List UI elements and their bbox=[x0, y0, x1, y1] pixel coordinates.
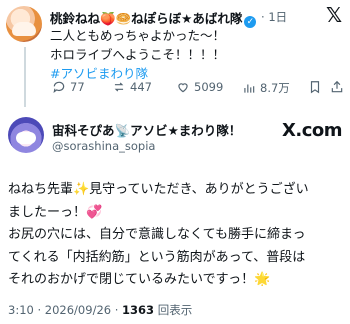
reply-author-name[interactable]: 桃鈴ねね🍑🥯ねぽらぼ★あばれ隊 ✓ bbox=[50, 8, 258, 28]
x-logo-icon[interactable]: 𝕏 bbox=[326, 3, 342, 27]
heart-icon bbox=[178, 83, 188, 93]
x-com-logo[interactable]: X.com bbox=[282, 120, 343, 141]
bookmark-icon bbox=[310, 81, 320, 94]
main-author-handle[interactable]: @sorashina_sopia bbox=[52, 139, 155, 153]
thread-connector-line bbox=[24, 47, 26, 107]
reply-tweet-body: 二人ともめっちゃよかった〜！ ホロライブへようこそ！！！！ #アソビまわり隊 bbox=[50, 26, 225, 83]
main-tweet-body: ねねち先輩✨見守っていただき、ありがとうござい ましたーっ！💞 お尻の穴には、自… bbox=[8, 179, 346, 292]
reply-line-1: 二人ともめっちゃよかった〜！ bbox=[50, 28, 226, 43]
main-author-name[interactable]: 宙科そぴあ📡アソビ★まわり隊！ bbox=[52, 120, 241, 139]
main-line-3: お尻の穴には、自分で意識しなくても勝手に締まっ bbox=[8, 227, 306, 242]
reply-bubble-icon bbox=[53, 81, 65, 94]
verified-badge-icon: ✓ bbox=[244, 16, 257, 28]
avatar-sorashina-sopia[interactable] bbox=[8, 117, 44, 153]
like-button[interactable]: 5099 bbox=[176, 80, 223, 94]
repost-arrows-icon bbox=[114, 82, 124, 92]
views-button[interactable]: 8.7万 bbox=[242, 80, 290, 96]
reply-timestamp[interactable]: · 1日 bbox=[261, 9, 287, 25]
repost-button[interactable]: 447 bbox=[112, 80, 152, 94]
share-upload-icon bbox=[331, 80, 343, 93]
main-line-1: ねねち先輩✨見守っていただき、ありがとうござい bbox=[8, 182, 309, 197]
reply-button[interactable]: 77 bbox=[52, 80, 85, 94]
tweet-footer-meta: 3:10 · 2026/09/26 · 1363 回表示 bbox=[8, 302, 192, 318]
tweet-timestamp[interactable]: 3:10 · 2026/09/26 · bbox=[8, 303, 122, 317]
bookmark-button[interactable] bbox=[308, 80, 326, 94]
view-label: 回表示 bbox=[154, 303, 193, 317]
reply-action-bar: 77 447 5099 8.7万 bbox=[52, 80, 343, 98]
share-button[interactable] bbox=[330, 80, 348, 94]
view-count: 1363 bbox=[122, 303, 155, 317]
main-line-5: それのおかげで閉じているみたいですっ！🌟 bbox=[8, 272, 271, 287]
reply-line-2: ホロライブへようこそ！！！！ bbox=[50, 47, 226, 62]
views-chart-icon bbox=[244, 84, 255, 93]
avatar-momosuzu-nene[interactable] bbox=[6, 6, 42, 42]
main-line-2: ましたーっ！💞 bbox=[8, 204, 103, 220]
main-line-4: てくれる「内括約筋」という筋肉があって、普段は bbox=[8, 249, 306, 265]
